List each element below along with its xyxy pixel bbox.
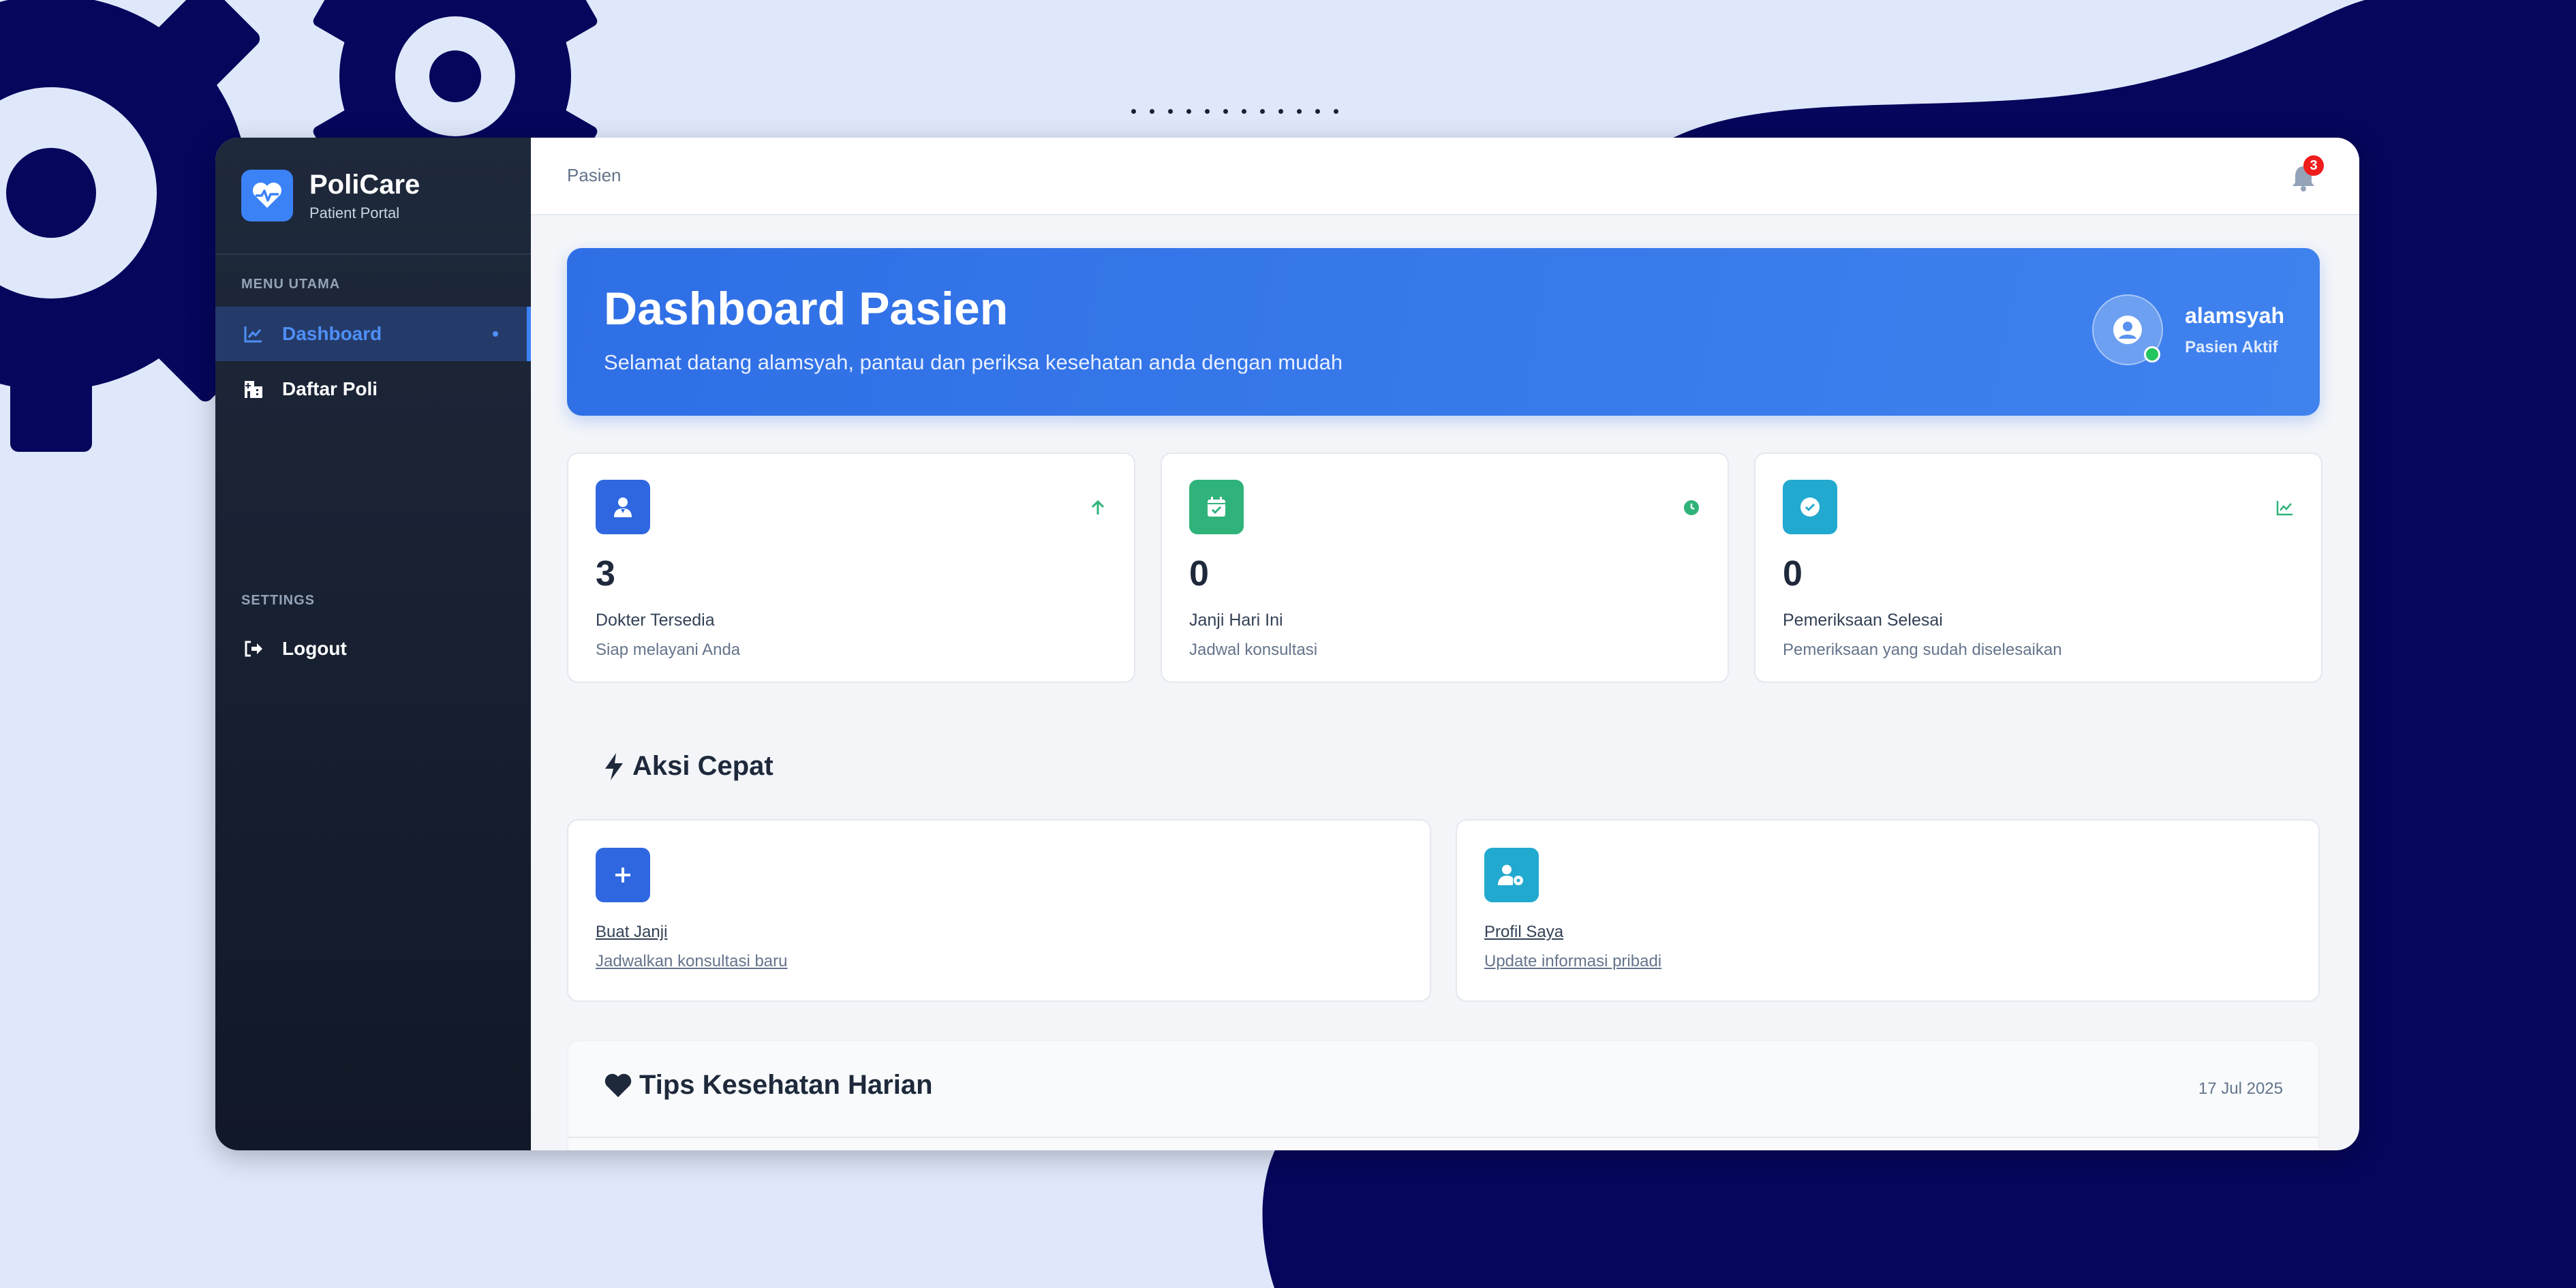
brand[interactable]: PoliCare Patient Portal <box>241 169 420 222</box>
heart-icon <box>604 1073 632 1097</box>
stat-description: Siap melayani Anda <box>596 641 741 659</box>
profil-saya-link[interactable]: Profil Saya <box>1484 923 1563 942</box>
chart-line-icon <box>241 325 266 343</box>
sidebar-item-label: Logout <box>282 638 347 659</box>
health-tips-panel: Tips Kesehatan Harian 17 Jul 2025 <box>567 1040 2320 1150</box>
buat-janji-link[interactable]: Buat Janji <box>596 923 667 942</box>
stat-card-janji-hari-ini: 0 Janji Hari Ini Jadwal konsultasi <box>1161 453 1729 683</box>
logout-icon <box>241 640 266 658</box>
page-title: Dashboard Pasien <box>604 283 1009 335</box>
plus-icon <box>596 848 650 902</box>
stat-value: 0 <box>1189 554 1209 594</box>
active-indicator <box>493 331 498 337</box>
stat-value: 0 <box>1783 554 1803 594</box>
avatar <box>2092 294 2164 365</box>
sidebar-section-menu-utama: MENU UTAMA <box>241 277 341 292</box>
heart-pulse-icon <box>241 170 293 221</box>
main-content: Dashboard Pasien Selamat datang alamsyah… <box>531 214 2359 1150</box>
buat-janji-description[interactable]: Jadwalkan konsultasi baru <box>596 952 788 971</box>
notification-button[interactable]: 3 <box>2291 155 2324 192</box>
stat-value: 3 <box>596 554 615 594</box>
quick-actions-heading: Aksi Cepat <box>602 751 773 782</box>
online-status-indicator <box>2144 346 2161 363</box>
health-tips-title: Tips Kesehatan Harian <box>639 1070 933 1100</box>
sidebar: PoliCare Patient Portal MENU UTAMA Dashb… <box>215 138 531 1150</box>
stat-label: Pemeriksaan Selesai <box>1783 611 1943 630</box>
brand-subtitle: Patient Portal <box>309 204 400 221</box>
breadcrumb[interactable]: Pasien <box>567 165 622 186</box>
notification-badge: 3 <box>2303 155 2324 176</box>
clock-icon <box>1683 499 1700 517</box>
health-tips-heading: Tips Kesehatan Harian <box>604 1070 933 1101</box>
chart-line-icon <box>2276 499 2294 517</box>
doctor-icon <box>596 480 650 534</box>
stat-label: Dokter Tersedia <box>596 611 715 630</box>
sidebar-divider <box>215 254 531 255</box>
stat-card-dokter-tersedia: 3 Dokter Tersedia Siap melayani Anda <box>567 453 1135 683</box>
user-circle-icon <box>2113 316 2143 344</box>
profil-saya-card[interactable]: Profil Saya Update informasi pribadi <box>1456 819 2320 1002</box>
quick-actions-title: Aksi Cepat <box>632 751 773 781</box>
user-name: alamsyah <box>2185 303 2284 328</box>
health-tips-date: 17 Jul 2025 <box>2198 1079 2283 1098</box>
user-gear-icon <box>1484 848 1539 902</box>
sidebar-item-label: Dashboard <box>282 323 382 344</box>
sidebar-item-label: Daftar Poli <box>282 378 378 399</box>
stat-card-pemeriksaan-selesai: 0 Pemeriksaan Selesai Pemeriksaan yang s… <box>1754 453 2322 683</box>
buat-janji-card[interactable]: Buat Janji Jadwalkan konsultasi baru <box>567 819 1431 1002</box>
welcome-banner: Dashboard Pasien Selamat datang alamsyah… <box>567 248 2320 416</box>
user-profile-chip[interactable]: alamsyah Pasien Aktif <box>2092 294 2284 365</box>
sidebar-item-logout[interactable]: Logout <box>215 622 531 676</box>
brand-name: PoliCare <box>309 170 420 200</box>
check-circle-icon <box>1783 480 1837 534</box>
user-status: Pasien Aktif <box>2185 337 2278 356</box>
hospital-icon <box>241 380 266 399</box>
divider <box>568 1137 2318 1138</box>
sidebar-item-dashboard[interactable]: Dashboard <box>215 307 531 361</box>
stat-description: Pemeriksaan yang sudah diselesaikan <box>1783 641 2062 659</box>
dotted-decoration <box>1131 109 1338 114</box>
app-window: PoliCare Patient Portal MENU UTAMA Dashb… <box>215 138 2359 1150</box>
stat-description: Jadwal konsultasi <box>1189 641 1318 659</box>
topbar: Pasien 3 <box>531 138 2359 215</box>
lightning-icon <box>605 752 623 780</box>
stat-label: Janji Hari Ini <box>1189 611 1283 630</box>
sidebar-section-settings: SETTINGS <box>241 593 316 608</box>
calendar-check-icon <box>1189 480 1244 534</box>
arrow-up-icon <box>1089 499 1107 517</box>
welcome-message: Selamat datang alamsyah, pantau dan peri… <box>604 350 1343 374</box>
profil-saya-description[interactable]: Update informasi pribadi <box>1484 952 1661 971</box>
sidebar-item-daftar-poli[interactable]: Daftar Poli <box>215 362 531 416</box>
